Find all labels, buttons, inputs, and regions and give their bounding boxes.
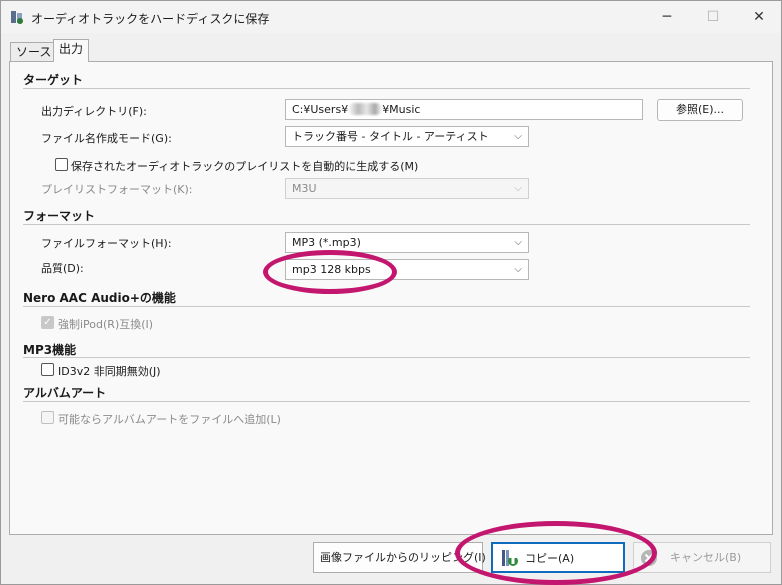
file-format-value: MP3 (*.mp3): [292, 236, 361, 249]
id3-async-label: ID3v2 非同期無効(J): [58, 365, 161, 378]
format-section-title: フォーマット: [23, 209, 96, 223]
ipod-compat-checkbox[interactable]: ✓: [41, 316, 54, 329]
window-title: オーディオトラックをハードディスクに保存: [31, 12, 270, 26]
rip-from-image-button[interactable]: 画像ファイルからのリッピング(I): [313, 542, 486, 573]
copy-button-label: コピー(A): [525, 552, 575, 565]
tab-output[interactable]: 出力: [53, 39, 90, 62]
quality-select[interactable]: mp3 128 kbps ⌵: [285, 259, 529, 280]
tab-source[interactable]: ソース: [10, 42, 58, 61]
format-section-divider: [23, 224, 750, 225]
add-album-art-checkbox[interactable]: [41, 411, 54, 424]
browse-button[interactable]: 参照(E)...: [657, 99, 743, 121]
cancel-icon: [641, 550, 657, 566]
cancel-button[interactable]: キャンセル(B): [633, 542, 771, 573]
dialog-window: オーディオトラックをハードディスクに保存 ─ ☐ ✕ ソース 出力 ターゲット …: [0, 0, 782, 585]
playlist-format-label: プレイリストフォーマット(K):: [41, 183, 193, 196]
id3-async-checkbox[interactable]: [41, 363, 54, 376]
minimize-button[interactable]: ─: [644, 1, 690, 33]
quality-label: 品質(D):: [41, 262, 84, 275]
file-format-label: ファイルフォーマット(H):: [41, 237, 172, 250]
album-art-section-title: アルバムアート: [23, 386, 107, 400]
chevron-down-icon: ⌵: [514, 183, 522, 194]
album-art-section-divider: [23, 401, 750, 402]
mp3-section-divider: [23, 357, 750, 358]
maximize-button[interactable]: ☐: [690, 1, 736, 33]
nero-aac-section-title: Nero AAC Audio+の機能: [23, 291, 176, 305]
filename-mode-value: トラック番号 - タイトル - アーティスト: [292, 130, 489, 143]
nero-aac-section-divider: [23, 306, 750, 307]
output-directory-prefix: C:¥Users¥: [292, 103, 349, 116]
output-directory-suffix: ¥Music: [382, 103, 421, 116]
target-section-divider: [23, 88, 750, 89]
playlist-format-value: M3U: [292, 182, 317, 195]
chevron-down-icon: ⌵: [514, 131, 522, 142]
chevron-down-icon: ⌵: [514, 264, 522, 275]
output-directory-input[interactable]: C:¥Users¥ ¥Music: [285, 99, 643, 120]
output-directory-label: 出力ディレクトリ(F):: [41, 105, 147, 118]
playlist-format-select[interactable]: M3U ⌵: [285, 178, 529, 199]
redacted-username: [348, 103, 383, 115]
title-bar: オーディオトラックをハードディスクに保存 ─ ☐ ✕: [1, 1, 781, 33]
nero-app-icon: [11, 11, 23, 24]
copy-disc-icon: [502, 550, 518, 566]
quality-value: mp3 128 kbps: [292, 263, 371, 276]
ipod-compat-label: 強制iPod(R)互換(I): [58, 318, 154, 331]
cancel-button-label: キャンセル(B): [670, 551, 742, 564]
auto-playlist-checkbox[interactable]: [55, 158, 68, 171]
filename-mode-select[interactable]: トラック番号 - タイトル - アーティスト ⌵: [285, 126, 529, 147]
close-button[interactable]: ✕: [736, 1, 782, 33]
mp3-section-title: MP3機能: [23, 343, 77, 357]
file-format-select[interactable]: MP3 (*.mp3) ⌵: [285, 232, 529, 253]
auto-playlist-label: 保存されたオーディオトラックのプレイリストを自動的に生成する(M): [71, 160, 419, 173]
copy-button[interactable]: コピー(A): [491, 542, 625, 573]
filename-mode-label: ファイル名作成モード(G):: [41, 132, 172, 145]
chevron-down-icon: ⌵: [514, 237, 522, 248]
target-section-title: ターゲット: [23, 73, 84, 87]
add-album-art-label: 可能ならアルバムアートをファイルへ追加(L): [58, 413, 281, 426]
